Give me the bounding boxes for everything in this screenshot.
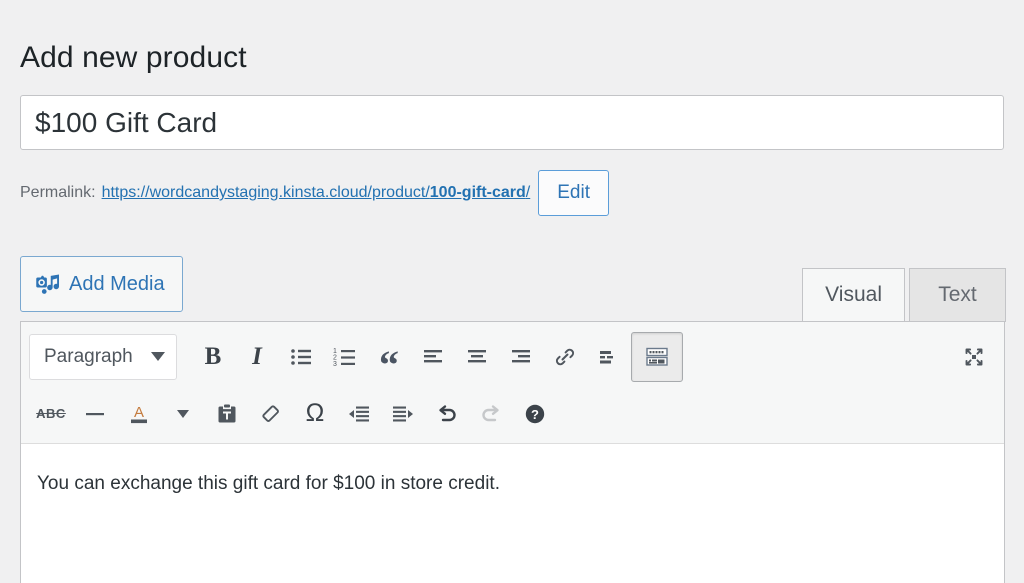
svg-text:A: A [134,404,144,421]
redo-button[interactable] [469,392,513,436]
svg-text:3: 3 [333,361,337,368]
permalink-url[interactable]: https://wordcandystaging.kinsta.cloud/pr… [102,184,531,202]
strikethrough-button[interactable]: ABC [29,392,73,436]
strikethrough-icon: ABC [36,406,66,421]
svg-text:?: ? [531,407,539,422]
bulleted-list-icon [289,345,313,369]
read-more-icon [597,345,621,369]
help-icon: ? [523,402,547,426]
permalink: Permalink: https://wordcandystaging.kins… [20,165,609,221]
toolbar-toggle-button[interactable] [631,331,683,382]
outdent-icon [347,402,371,426]
redo-icon [479,402,503,426]
tab-text[interactable]: Text [909,268,1006,322]
align-center-button[interactable] [455,335,499,379]
numbered-list-icon: 1 2 3 [333,345,357,369]
content-editor: Paragraph B I 1 2 3 “ ABC A Ω ? You can … [20,321,1005,583]
clear-formatting-button[interactable] [249,392,293,436]
italic-button[interactable]: I [235,335,279,379]
toolbar-toggle-icon [644,344,670,370]
toolbar-row-2: ABC A Ω ? [29,385,996,442]
add-media-label: Add Media [69,272,165,295]
tab-visual[interactable]: Visual [802,268,905,322]
editor-paragraph: You can exchange this gift card for $100… [37,473,500,494]
blockquote-button[interactable]: “ [367,335,411,384]
chevron-down-icon [151,352,165,361]
bold-icon: B [204,342,222,370]
decrease-indent-button[interactable] [337,392,381,436]
chevron-down-icon [177,409,189,418]
keyboard-shortcuts-button[interactable]: ? [513,392,557,436]
product-title-input[interactable] [21,96,1003,149]
permalink-url-suffix: / [525,184,531,201]
numbered-list-button[interactable]: 1 2 3 [323,335,367,379]
horizontal-line-icon [83,402,107,426]
read-more-button[interactable] [587,335,631,379]
editor-toolbar: Paragraph B I 1 2 3 “ ABC A Ω ? [21,322,1004,444]
page-title: Add new product [20,41,247,75]
link-icon [553,345,577,369]
align-right-icon [509,345,533,369]
paste-as-text-button[interactable] [205,392,249,436]
add-media-button[interactable]: Add Media [20,256,183,312]
special-character-button[interactable]: Ω [293,392,337,436]
paste-as-text-icon [215,402,239,426]
editor-content-area[interactable]: You can exchange this gift card for $100… [21,444,1004,583]
text-color-button[interactable]: A [117,392,161,436]
admin-media-icon [35,272,60,297]
permalink-label: Permalink: [20,184,96,201]
omega-icon: Ω [305,399,325,427]
insert-link-button[interactable] [543,335,587,379]
toolbar-row-1: Paragraph B I 1 2 3 “ [29,328,996,385]
align-left-button[interactable] [411,335,455,379]
text-color-icon: A [126,401,152,427]
permalink-slug: 100-gift-card [429,184,526,201]
increase-indent-button[interactable] [381,392,425,436]
undo-icon [435,402,459,426]
paragraph-format-select[interactable]: Paragraph [29,333,177,380]
editor-mode-tabs: Visual Text [802,268,1006,322]
eraser-icon [259,402,283,426]
italic-icon: I [252,342,262,370]
fullscreen-icon [962,345,986,369]
align-left-icon [421,345,445,369]
bulleted-list-button[interactable] [279,335,323,379]
align-center-icon [465,345,489,369]
paragraph-format-value: Paragraph [44,345,133,367]
align-right-button[interactable] [499,335,543,379]
horizontal-line-button[interactable] [73,392,117,436]
product-title-field-wrapper [20,95,1004,150]
edit-permalink-button[interactable]: Edit [538,169,609,217]
fullscreen-button[interactable] [952,335,996,379]
text-color-dropdown-button[interactable] [161,392,205,436]
indent-icon [391,402,415,426]
undo-button[interactable] [425,392,469,436]
permalink-url-prefix: https://wordcandystaging.kinsta.cloud/pr… [101,184,430,201]
bold-button[interactable]: B [191,335,235,379]
